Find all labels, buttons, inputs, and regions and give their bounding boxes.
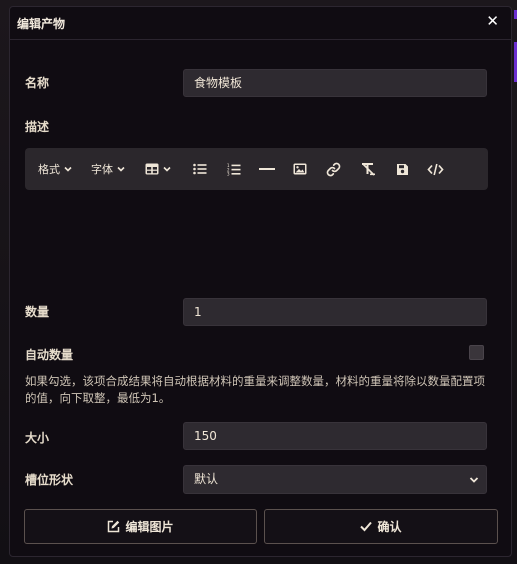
description-editor-area[interactable] [25, 191, 488, 291]
table-icon [145, 163, 159, 175]
horizontal-rule-icon [259, 168, 275, 170]
numbered-list-icon: 123 [227, 163, 241, 176]
font-label: 字体 [91, 163, 113, 176]
font-dropdown[interactable]: 字体 [91, 148, 126, 190]
edit-icon [108, 520, 120, 533]
bulleted-list-icon [193, 163, 207, 175]
link-icon [326, 162, 341, 176]
confirm-label: 确认 [377, 520, 402, 534]
chevron-down-icon [64, 166, 72, 172]
size-input[interactable]: 150 [183, 422, 487, 450]
code-icon [427, 163, 444, 175]
insert-image-button[interactable] [293, 148, 307, 190]
chevron-down-icon [163, 166, 171, 172]
check-icon [360, 521, 373, 532]
clear-format-icon [362, 163, 375, 176]
name-input[interactable]: 食物模板 [183, 69, 487, 97]
close-icon[interactable]: ✕ [486, 12, 499, 30]
edit-image-label: 编辑图片 [125, 520, 174, 534]
clear-format-button[interactable] [361, 148, 376, 190]
format-dropdown[interactable]: 格式 [38, 148, 73, 190]
code-view-button[interactable] [427, 148, 444, 190]
auto-quantity-help-text: 如果勾选，该项合成结果将自动根据材料的重量来调整数量，材料的重量将除以数量配置项… [25, 374, 485, 405]
edit-product-dialog: 编辑产物 ✕ 名称 食物模板 描述 格式 字体 123 数量 1 自动数量 如果… [9, 6, 512, 557]
svg-text:3: 3 [227, 171, 230, 175]
chevron-down-icon [117, 166, 125, 172]
numbered-list-button[interactable]: 123 [227, 148, 241, 190]
confirm-button[interactable]: 确认 [264, 509, 498, 544]
description-label: 描述 [25, 120, 50, 134]
quantity-label: 数量 [25, 305, 50, 319]
insert-link-button[interactable] [326, 148, 341, 190]
chevron-down-icon [469, 477, 479, 483]
format-label: 格式 [38, 163, 60, 176]
slot-shape-label: 槽位形状 [25, 473, 74, 487]
slot-shape-select[interactable]: 默认 [183, 465, 487, 494]
dialog-title: 编辑产物 [17, 17, 66, 31]
rich-text-toolbar: 格式 字体 123 [25, 148, 488, 190]
horizontal-rule-button[interactable] [259, 148, 275, 190]
save-icon [397, 163, 408, 175]
image-icon [293, 163, 307, 175]
auto-quantity-label: 自动数量 [25, 348, 74, 362]
edit-image-button[interactable]: 编辑图片 [24, 509, 257, 544]
size-label: 大小 [25, 431, 50, 445]
save-button[interactable] [396, 148, 409, 190]
dialog-header: 编辑产物 ✕ [10, 7, 511, 40]
auto-quantity-checkbox[interactable] [469, 345, 484, 360]
quantity-input[interactable]: 1 [183, 298, 487, 326]
slot-shape-value: 默认 [194, 472, 219, 486]
name-label: 名称 [25, 76, 50, 90]
bulleted-list-button[interactable] [193, 148, 207, 190]
table-dropdown[interactable] [145, 148, 172, 190]
